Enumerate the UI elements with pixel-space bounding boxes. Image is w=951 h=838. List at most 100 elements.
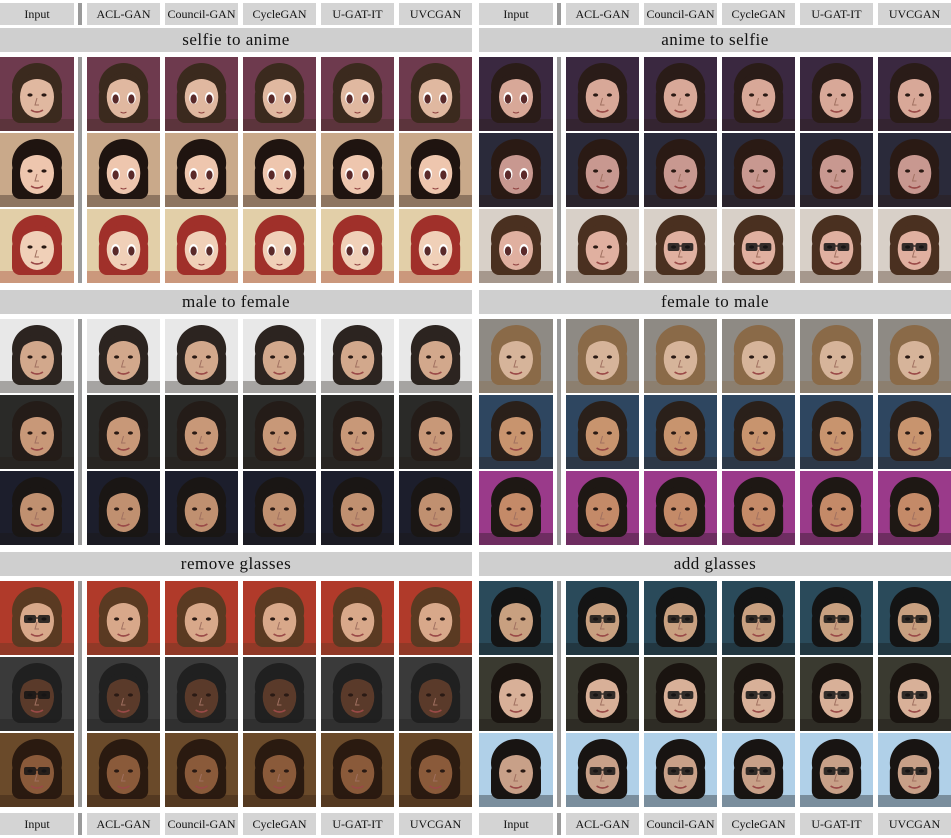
left-panel: Input ACL-GAN Council-GAN CycleGAN U-GAT… bbox=[0, 0, 472, 838]
output-image bbox=[800, 209, 873, 283]
column-footer-acl-gan: ACL-GAN bbox=[566, 813, 639, 835]
output-image bbox=[644, 471, 717, 545]
output-image bbox=[722, 657, 795, 731]
image-row bbox=[479, 57, 951, 131]
output-image bbox=[800, 657, 873, 731]
output-image bbox=[87, 133, 160, 207]
section-title: female to male bbox=[479, 290, 951, 314]
output-image bbox=[321, 209, 394, 283]
output-image bbox=[644, 581, 717, 655]
output-image bbox=[878, 319, 951, 393]
section-title: add glasses bbox=[479, 552, 951, 576]
image-row bbox=[479, 133, 951, 207]
input-image bbox=[479, 581, 553, 655]
output-image bbox=[243, 57, 316, 131]
section-male-to-female: male to female bbox=[0, 290, 472, 547]
output-image bbox=[800, 471, 873, 545]
divider-bar bbox=[557, 813, 561, 835]
output-image bbox=[165, 657, 238, 731]
output-image bbox=[566, 57, 639, 131]
image-row bbox=[0, 319, 472, 393]
input-image bbox=[479, 319, 553, 393]
column-header-row: Input ACL-GAN Council-GAN CycleGAN U-GAT… bbox=[479, 3, 951, 25]
output-image bbox=[644, 319, 717, 393]
column-header-council-gan: Council-GAN bbox=[644, 3, 717, 25]
output-image bbox=[87, 733, 160, 807]
output-image bbox=[321, 581, 394, 655]
column-header-input: Input bbox=[479, 3, 553, 25]
output-image bbox=[800, 733, 873, 807]
output-image bbox=[399, 133, 472, 207]
output-image bbox=[165, 471, 238, 545]
output-image bbox=[321, 395, 394, 469]
output-image bbox=[878, 471, 951, 545]
output-image bbox=[878, 581, 951, 655]
output-image bbox=[800, 395, 873, 469]
input-image bbox=[0, 581, 74, 655]
output-image bbox=[878, 133, 951, 207]
divider-bar bbox=[557, 57, 561, 283]
image-row bbox=[479, 471, 951, 545]
output-image bbox=[87, 57, 160, 131]
output-image bbox=[644, 657, 717, 731]
output-image bbox=[399, 581, 472, 655]
output-image bbox=[644, 133, 717, 207]
image-row bbox=[479, 395, 951, 469]
section-title: selfie to anime bbox=[0, 28, 472, 52]
output-image bbox=[800, 581, 873, 655]
column-header-row: Input ACL-GAN Council-GAN CycleGAN U-GAT… bbox=[0, 3, 472, 25]
image-row bbox=[0, 471, 472, 545]
column-header-uvcgan: UVCGAN bbox=[399, 3, 472, 25]
output-image bbox=[87, 209, 160, 283]
divider-bar bbox=[78, 57, 82, 283]
input-image bbox=[479, 395, 553, 469]
output-image bbox=[566, 319, 639, 393]
output-image bbox=[87, 471, 160, 545]
image-row bbox=[479, 319, 951, 393]
divider-bar bbox=[78, 3, 82, 25]
output-image bbox=[321, 657, 394, 731]
column-footer-u-gat-it: U-GAT-IT bbox=[321, 813, 394, 835]
image-row bbox=[0, 733, 472, 807]
output-image bbox=[566, 733, 639, 807]
column-header-cyclegan: CycleGAN bbox=[243, 3, 316, 25]
output-image bbox=[722, 57, 795, 131]
right-panel: Input ACL-GAN Council-GAN CycleGAN U-GAT… bbox=[479, 0, 951, 838]
output-image bbox=[878, 57, 951, 131]
output-image bbox=[644, 733, 717, 807]
section-selfie-to-anime: selfie to anime bbox=[0, 28, 472, 285]
input-image bbox=[479, 471, 553, 545]
output-image bbox=[722, 133, 795, 207]
output-image bbox=[399, 733, 472, 807]
image-row bbox=[0, 133, 472, 207]
output-image bbox=[243, 657, 316, 731]
column-footer-council-gan: Council-GAN bbox=[644, 813, 717, 835]
output-image bbox=[321, 133, 394, 207]
image-row bbox=[0, 57, 472, 131]
input-image bbox=[0, 133, 74, 207]
column-header-acl-gan: ACL-GAN bbox=[87, 3, 160, 25]
output-image bbox=[644, 209, 717, 283]
output-image bbox=[321, 733, 394, 807]
divider-bar bbox=[557, 581, 561, 807]
output-image bbox=[566, 657, 639, 731]
output-image bbox=[878, 395, 951, 469]
output-image bbox=[87, 657, 160, 731]
divider-bar bbox=[557, 3, 561, 25]
image-row bbox=[0, 209, 472, 283]
output-image bbox=[243, 395, 316, 469]
output-image bbox=[165, 733, 238, 807]
output-image bbox=[399, 319, 472, 393]
output-image bbox=[722, 733, 795, 807]
column-header-cyclegan: CycleGAN bbox=[722, 3, 795, 25]
divider-bar bbox=[78, 319, 82, 545]
output-image bbox=[165, 209, 238, 283]
output-image bbox=[165, 319, 238, 393]
output-image bbox=[399, 395, 472, 469]
output-image bbox=[87, 581, 160, 655]
output-image bbox=[566, 133, 639, 207]
output-image bbox=[87, 395, 160, 469]
output-image bbox=[243, 471, 316, 545]
output-image bbox=[321, 319, 394, 393]
output-image bbox=[566, 581, 639, 655]
